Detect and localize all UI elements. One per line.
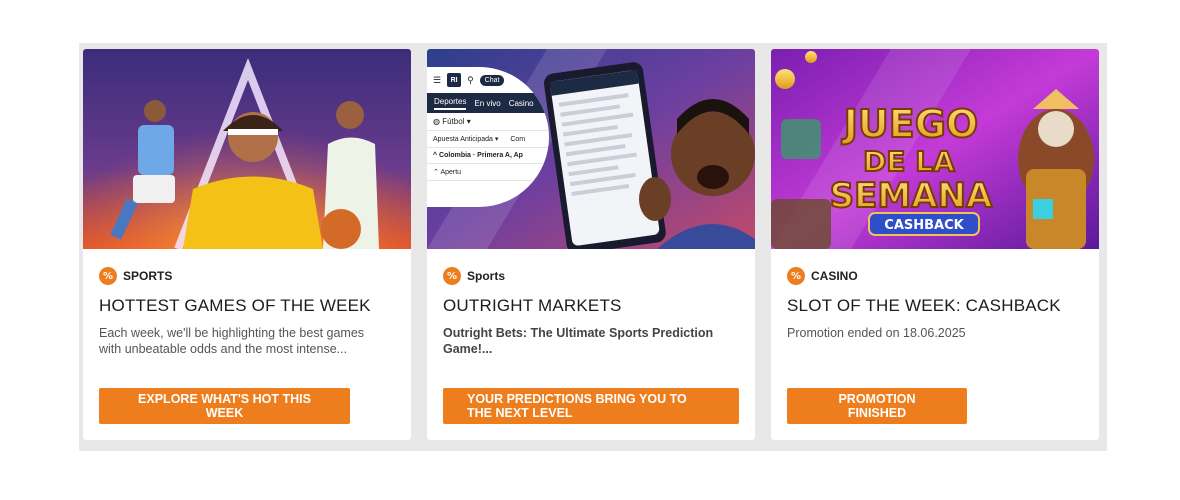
category-badge: % SPORTS	[99, 267, 172, 285]
banner-title-line3: SEMANA	[830, 176, 993, 216]
promo-description: Promotion ended on 18.06.2025	[787, 326, 966, 340]
promo-title: OUTRIGHT MARKETS	[443, 296, 622, 315]
percent-badge-icon: %	[443, 267, 461, 285]
globe-icon: ◍	[433, 117, 440, 126]
category-label: CASINO	[811, 269, 858, 283]
tab-deportes: Deportes	[434, 97, 467, 110]
casino-banner-image: JUEGO DE LA SEMANA CASHBACK	[771, 49, 1099, 249]
outright-phone-banner[interactable]: ☰ RI ⚲ Chat Deportes En vivo Casino ◍ Fú…	[427, 49, 755, 249]
category-badge: % CASINO	[787, 267, 858, 285]
promo-card-outright-markets[interactable]: ☰ RI ⚲ Chat Deportes En vivo Casino ◍ Fú…	[427, 49, 755, 440]
tab-casino: Casino	[508, 98, 534, 108]
brand-logo: RI	[447, 73, 462, 87]
promo-description: Each week, we'll be highlighting the bes…	[99, 326, 365, 356]
promo-title: HOTTEST GAMES OF THE WEEK	[99, 296, 371, 315]
sports-banner-image	[83, 49, 411, 249]
promo-card-hottest-games[interactable]: % SPORTS HOTTEST GAMES OF THE WEEK Each …	[83, 49, 411, 440]
menu-icon: ☰	[433, 74, 442, 85]
chevron-down-icon: ▾	[466, 117, 471, 126]
promo-title: SLOT OF THE WEEK: CASHBACK	[787, 296, 1061, 315]
banner-cashback-tag: CASHBACK	[884, 218, 964, 233]
category-label: SPORTS	[123, 269, 173, 283]
banner-title-line1: JUEGO	[841, 102, 978, 146]
event-row: ⌃ Apertu	[427, 164, 549, 181]
explore-hot-button[interactable]: EXPLORE WHAT'S HOT THIS WEEK	[99, 388, 350, 424]
chat-pill: Chat	[479, 74, 505, 86]
search-icon: ⚲	[467, 74, 474, 85]
percent-badge-icon: %	[787, 267, 805, 285]
juego-de-la-semana-banner[interactable]: JUEGO DE LA SEMANA CASHBACK	[771, 49, 1099, 249]
banner-title-line2: DE LA	[863, 145, 955, 178]
percent-badge-icon: %	[99, 267, 117, 285]
tab-en-vivo: En vivo	[474, 98, 501, 108]
category-badge: % Sports	[443, 267, 505, 285]
filter-row: Apuesta Anticipada ▾ Com	[427, 131, 549, 148]
league-row: ^ Colombia · Primera A, Ap	[427, 148, 549, 164]
promotions-panel: % SPORTS HOTTEST GAMES OF THE WEEK Each …	[79, 43, 1107, 451]
promo-description: Outright Bets: The Ultimate Sports Predi…	[443, 326, 714, 356]
sports-players-banner[interactable]	[83, 49, 411, 249]
promotion-finished-button[interactable]: PROMOTION FINISHED	[787, 388, 967, 424]
sport-selector: ◍ Fútbol ▾	[427, 113, 549, 131]
promo-card-slot-cashback[interactable]: JUEGO DE LA SEMANA CASHBACK % CASINO SLO…	[771, 49, 1099, 440]
category-label: Sports	[467, 269, 506, 283]
predictions-next-level-button[interactable]: YOUR PREDICTIONS BRING YOU TO THE NEXT L…	[443, 388, 739, 424]
